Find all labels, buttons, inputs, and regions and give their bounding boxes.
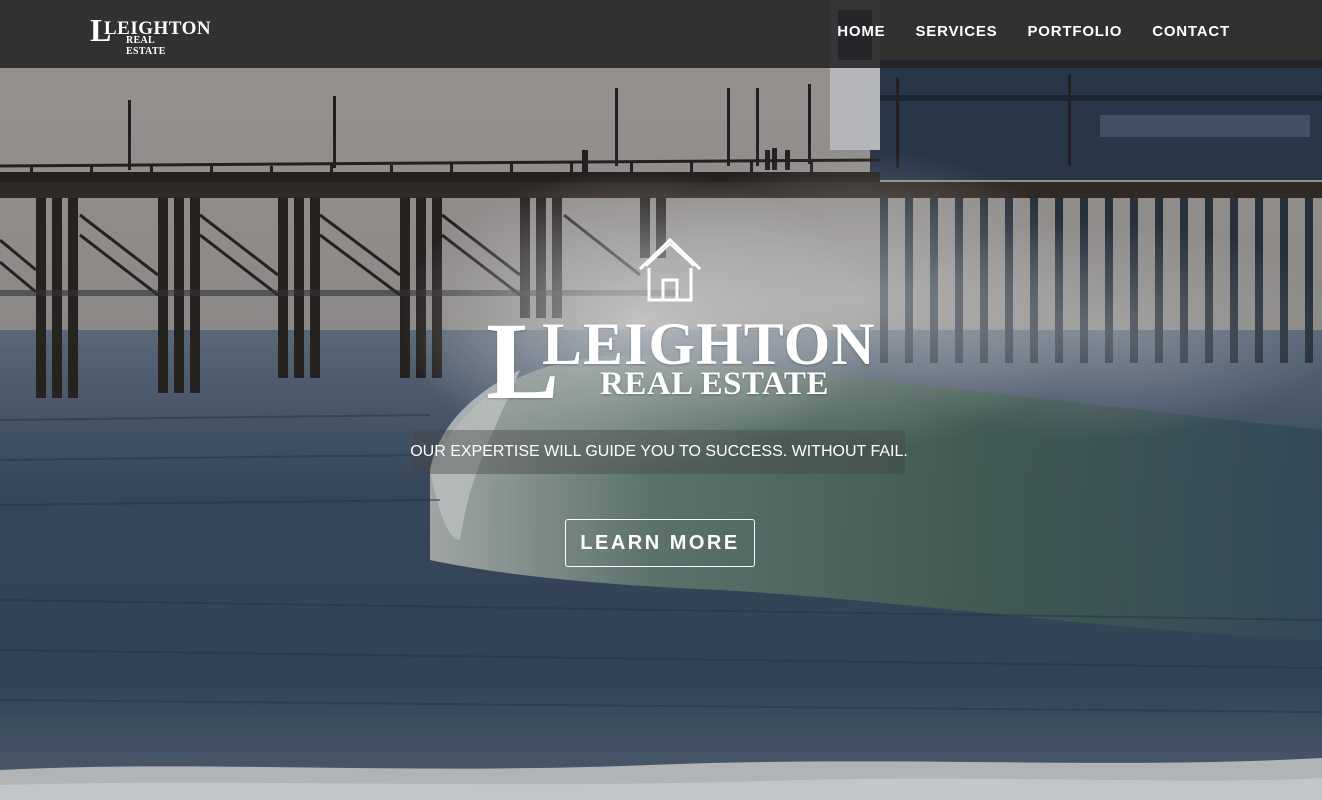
brand-subtitle: REAL ESTATE (600, 366, 829, 402)
top-navbar: L LEIGHTON REAL ESTATE HOME SERVICES POR… (0, 0, 1322, 68)
hero-brand-logo: L LEIGHTON REAL ESTATE (486, 306, 875, 416)
brand-name: LEIGHTON (542, 311, 876, 377)
nav-item-home[interactable]: HOME (837, 23, 885, 40)
nav-item-portfolio[interactable]: PORTFOLIO (1027, 23, 1122, 40)
logo-subtitle: REAL ESTATE (126, 35, 166, 57)
nav-menu: HOME SERVICES PORTFOLIO CONTACT (837, 23, 1230, 40)
site-logo[interactable]: L LEIGHTON REAL ESTATE (90, 14, 211, 57)
nav-item-contact[interactable]: CONTACT (1152, 23, 1230, 40)
tagline-banner: OUR EXPERTISE WILL GUIDE YOU TO SUCCESS.… (410, 430, 908, 474)
house-icon (638, 237, 702, 302)
hero-tagline: OUR EXPERTISE WILL GUIDE YOU TO SUCCESS.… (410, 443, 908, 460)
hero-section: L LEIGHTON REAL ESTATE HOME SERVICES POR… (0, 0, 1322, 800)
learn-more-button[interactable]: LEARN MORE (565, 519, 755, 567)
nav-item-services[interactable]: SERVICES (915, 23, 997, 40)
